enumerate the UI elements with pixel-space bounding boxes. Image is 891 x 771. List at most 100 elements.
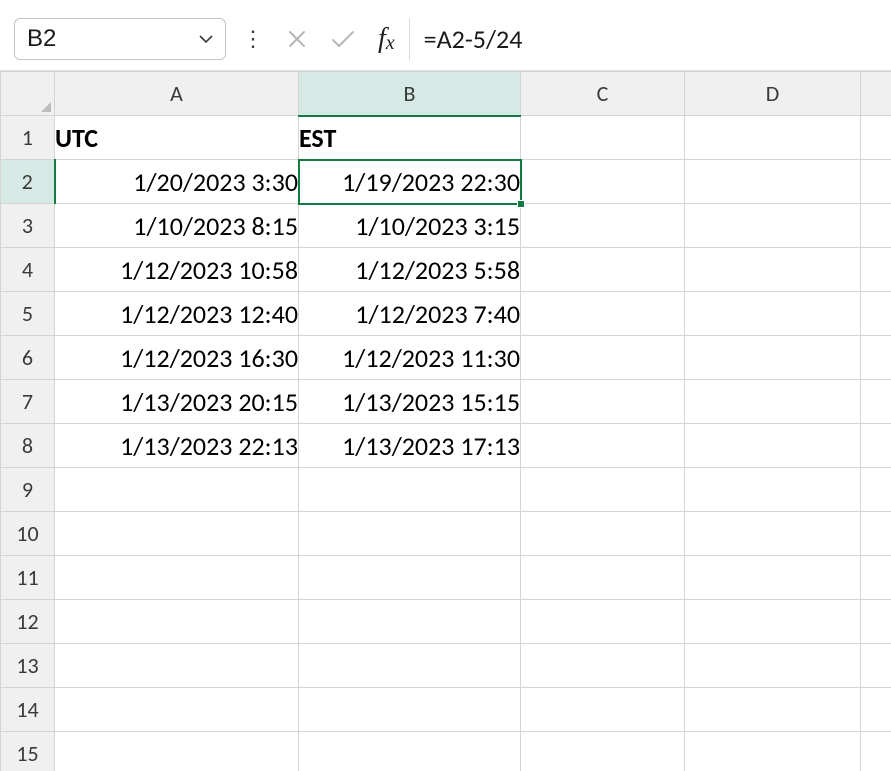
cell-D7[interactable] [685,380,861,424]
fx-icon[interactable]: fx [378,23,395,55]
row-header[interactable]: 10 [1,512,55,556]
cell-D6[interactable] [685,336,861,380]
name-box[interactable]: B2 [14,18,226,60]
spreadsheet-grid[interactable]: A B C D 1 UTC EST 2 1/20/2023 3:30 1/19/… [0,71,891,771]
cell-A15[interactable] [55,732,299,771]
row-header[interactable]: 6 [1,336,55,380]
cell-C3[interactable] [521,204,685,248]
cell-C5[interactable] [521,292,685,336]
chevron-down-icon[interactable] [197,30,215,48]
cell-A7[interactable]: 1/13/2023 20:15 [55,380,299,424]
col-header-A[interactable]: A [55,72,299,116]
cell-D14[interactable] [685,688,861,732]
cell-D4[interactable] [685,248,861,292]
cell-E9[interactable] [861,468,891,512]
cell-C6[interactable] [521,336,685,380]
cell-E11[interactable] [861,556,891,600]
cell-E2[interactable] [861,160,891,204]
cell-E13[interactable] [861,644,891,688]
cell-D15[interactable] [685,732,861,771]
cell-A1[interactable]: UTC [55,116,299,160]
cell-B3[interactable]: 1/10/2023 3:15 [299,204,521,248]
cell-C9[interactable] [521,468,685,512]
cell-B7[interactable]: 1/13/2023 15:15 [299,380,521,424]
cell-E3[interactable] [861,204,891,248]
cell-E15[interactable] [861,732,891,771]
cell-A12[interactable] [55,600,299,644]
cell-E12[interactable] [861,600,891,644]
fill-handle[interactable] [517,200,525,208]
cell-C1[interactable] [521,116,685,160]
formula-input[interactable] [424,23,883,55]
cell-A13[interactable] [55,644,299,688]
cell-B9[interactable] [299,468,521,512]
cell-E14[interactable] [861,688,891,732]
row-header[interactable]: 7 [1,380,55,424]
sheet-table[interactable]: A B C D 1 UTC EST 2 1/20/2023 3:30 1/19/… [0,71,891,771]
row-header[interactable]: 14 [1,688,55,732]
cell-D1[interactable] [685,116,861,160]
cell-B5[interactable]: 1/12/2023 7:40 [299,292,521,336]
cell-B14[interactable] [299,688,521,732]
row-header[interactable]: 15 [1,732,55,771]
cell-C15[interactable] [521,732,685,771]
cell-D11[interactable] [685,556,861,600]
cell-C13[interactable] [521,644,685,688]
cell-B12[interactable] [299,600,521,644]
col-header-B[interactable]: B [299,72,521,116]
cell-B6[interactable]: 1/12/2023 11:30 [299,336,521,380]
cell-A14[interactable] [55,688,299,732]
cell-C7[interactable] [521,380,685,424]
cancel-icon[interactable] [286,28,308,50]
cell-A6[interactable]: 1/12/2023 16:30 [55,336,299,380]
row-header[interactable]: 9 [1,468,55,512]
row-header[interactable]: 12 [1,600,55,644]
cell-E5[interactable] [861,292,891,336]
cell-D2[interactable] [685,160,861,204]
cell-B13[interactable] [299,644,521,688]
cell-C12[interactable] [521,600,685,644]
col-header-D[interactable]: D [685,72,861,116]
cell-A5[interactable]: 1/12/2023 12:40 [55,292,299,336]
cell-A2[interactable]: 1/20/2023 3:30 [55,160,299,204]
row-header[interactable]: 8 [1,424,55,468]
col-header-C[interactable]: C [521,72,685,116]
more-options-icon[interactable]: ⋮ [240,28,266,50]
cell-E10[interactable] [861,512,891,556]
cell-B10[interactable] [299,512,521,556]
cell-D3[interactable] [685,204,861,248]
cell-B4[interactable]: 1/12/2023 5:58 [299,248,521,292]
cell-D9[interactable] [685,468,861,512]
cell-B11[interactable] [299,556,521,600]
col-header-E[interactable] [861,72,891,116]
select-all-corner[interactable] [1,72,55,116]
cell-A8[interactable]: 1/13/2023 22:13 [55,424,299,468]
cell-E6[interactable] [861,336,891,380]
enter-icon[interactable] [330,28,356,50]
cell-D12[interactable] [685,600,861,644]
row-header[interactable]: 2 [1,160,55,204]
cell-D5[interactable] [685,292,861,336]
cell-A10[interactable] [55,512,299,556]
cell-D10[interactable] [685,512,861,556]
row-header[interactable]: 13 [1,644,55,688]
cell-B1[interactable]: EST [299,116,521,160]
cell-A11[interactable] [55,556,299,600]
cell-D8[interactable] [685,424,861,468]
cell-E4[interactable] [861,248,891,292]
cell-B2[interactable]: 1/19/2023 22:30 [299,160,521,204]
row-header[interactable]: 4 [1,248,55,292]
cell-C11[interactable] [521,556,685,600]
cell-C10[interactable] [521,512,685,556]
cell-E1[interactable] [861,116,891,160]
cell-D13[interactable] [685,644,861,688]
cell-B8[interactable]: 1/13/2023 17:13 [299,424,521,468]
cell-E8[interactable] [861,424,891,468]
cell-B15[interactable] [299,732,521,771]
cell-A9[interactable] [55,468,299,512]
cell-A3[interactable]: 1/10/2023 8:15 [55,204,299,248]
row-header[interactable]: 3 [1,204,55,248]
cell-C2[interactable] [521,160,685,204]
cell-C8[interactable] [521,424,685,468]
cell-A4[interactable]: 1/12/2023 10:58 [55,248,299,292]
